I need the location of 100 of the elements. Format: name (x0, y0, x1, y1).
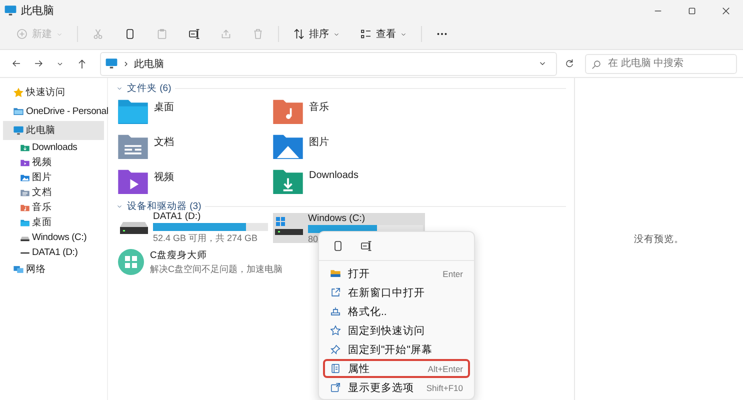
copy-icon (124, 28, 136, 40)
star-outline-icon (330, 325, 341, 336)
refresh-icon (564, 58, 574, 69)
preview-message: 没有预览。 (634, 232, 684, 246)
up-arrow-icon (76, 58, 88, 70)
drive-item[interactable]: DATA1 (D:) 52.4 GB 可用，共 274 GB (118, 213, 270, 243)
format-drive-icon (330, 306, 341, 317)
sidebar-label: 图片 (32, 171, 52, 184)
desktop-folder-icon (20, 218, 30, 228)
list-view-icon (360, 28, 372, 40)
sidebar-item[interactable]: 桌面 (0, 215, 107, 230)
menu-item[interactable]: 在新窗口中打开 (323, 283, 470, 302)
share-icon (220, 28, 232, 40)
breadcrumb[interactable]: 此电脑 (134, 56, 528, 70)
sidebar-label: 网络 (26, 263, 46, 276)
folder-icon (13, 106, 24, 117)
sidebar-label: 桌面 (32, 216, 52, 229)
close-icon (721, 6, 731, 16)
rename-icon (360, 240, 372, 252)
menu-label: 固定到"开始"屏幕 (348, 342, 434, 356)
sidebar-item[interactable]: 网络 (0, 260, 107, 279)
scissors-icon (92, 28, 104, 40)
sidebar-item[interactable]: DATA1 (D:) (0, 245, 107, 260)
menu-item[interactable]: 固定到"开始"屏幕 (323, 340, 470, 359)
sidebar-item[interactable]: 音乐 (0, 200, 107, 215)
folder-item[interactable]: 图片 (273, 130, 428, 165)
forward-arrow-icon (32, 58, 44, 69)
sidebar-item[interactable]: 视频 (0, 155, 107, 170)
sidebar-label: DATA1 (D:) (32, 247, 78, 258)
sidebar-label: 音乐 (32, 201, 52, 214)
search-field[interactable]: 在 此电脑 中搜索 (585, 54, 737, 74)
trash-icon (252, 28, 264, 40)
back-arrow-icon (10, 58, 22, 69)
view-button[interactable]: 查看 (352, 23, 415, 45)
plus-circle-icon (16, 28, 28, 40)
menu-item[interactable]: 属性 Alt+Enter (323, 359, 470, 378)
chevron-right-icon (122, 60, 130, 68)
network-icon (13, 264, 24, 275)
menu-item[interactable]: 固定到快速访问 (323, 321, 470, 340)
rename-icon (188, 28, 200, 40)
document-folder-icon (20, 188, 30, 198)
folder-item[interactable]: 桌面 (118, 95, 273, 130)
download-folder-icon (20, 142, 30, 152)
drive-name: DATA1 (D:) (153, 211, 201, 222)
chevron-down-icon (116, 203, 123, 210)
app-description: 解决C盘空间不足问题，加速电脑 (150, 262, 282, 276)
pin-icon (330, 344, 341, 355)
sidebar-item[interactable]: OneDrive - Personal (0, 102, 107, 121)
folder-name: 文档 (154, 136, 174, 149)
menu-item[interactable]: 格式化.. (323, 302, 470, 321)
search-icon (591, 58, 602, 70)
copy-icon (332, 240, 344, 252)
drive-caption: 52.4 GB 可用，共 274 GB (153, 232, 258, 245)
menu-label: 属性 (348, 362, 371, 376)
video-folder-icon (20, 158, 30, 168)
sidebar-label: 此电脑 (26, 124, 56, 137)
menu-item[interactable]: 打开 Enter (323, 264, 470, 283)
music-folder-icon (273, 98, 303, 124)
drive-caption: 80 (308, 234, 318, 244)
app-item[interactable]: C盘瘦身大师 解决C盘空间不足问题，加速电脑 (116, 247, 282, 277)
app-name: C盘瘦身大师 (150, 248, 207, 262)
star-icon (13, 87, 24, 98)
picture-folder-icon (273, 133, 303, 159)
sidebar-item[interactable]: 图片 (0, 170, 107, 185)
chevron-down-icon (116, 85, 123, 92)
section-header[interactable]: 设备和驱动器 (3) (127, 200, 202, 213)
window-title: 此电脑 (21, 4, 55, 18)
app-icon (118, 249, 144, 275)
monitor-icon (13, 125, 24, 136)
address-bar[interactable]: 此电脑 (100, 52, 557, 76)
shortcut-hint: Alt+Enter (428, 364, 463, 374)
menu-label: 打开 (348, 266, 371, 280)
folder-name: 音乐 (309, 100, 329, 114)
section-header[interactable]: 文件夹 (6) (127, 82, 172, 95)
menu-label: 显示更多选项 (348, 380, 415, 394)
folder-icon (330, 268, 341, 279)
sidebar-label: Windows (C:) (32, 232, 87, 243)
folder-item[interactable]: 视频 (118, 165, 273, 200)
sort-arrows-icon (293, 28, 305, 40)
chevron-down-icon (400, 30, 407, 38)
folder-item[interactable]: 文档 (118, 130, 273, 165)
sidebar-label: 文档 (32, 186, 52, 199)
drive-name: Windows (C:) (308, 212, 366, 224)
clipboard-icon (156, 28, 168, 40)
sidebar-item[interactable]: Windows (C:) (0, 230, 107, 245)
sidebar-item[interactable]: 此电脑 (3, 121, 104, 140)
sidebar-item[interactable]: Downloads (0, 140, 107, 155)
folder-item[interactable]: Downloads (273, 165, 428, 200)
menu-item[interactable]: 显示更多选项 Shift+F10 (323, 378, 470, 397)
external-link-icon (330, 287, 341, 298)
properties-icon (330, 363, 341, 374)
folder-item[interactable]: 音乐 (273, 95, 428, 130)
menu-label: 在新窗口中打开 (348, 286, 426, 300)
download-folder-icon (273, 168, 303, 194)
sort-button[interactable]: 排序 (285, 23, 348, 45)
sidebar-item[interactable]: 文档 (0, 185, 107, 200)
menu-label: 固定到快速访问 (348, 324, 426, 338)
folder-name: 视频 (154, 170, 174, 184)
menu-label: 格式化.. (348, 304, 388, 318)
sidebar-item[interactable]: 快速访问 (0, 83, 107, 102)
